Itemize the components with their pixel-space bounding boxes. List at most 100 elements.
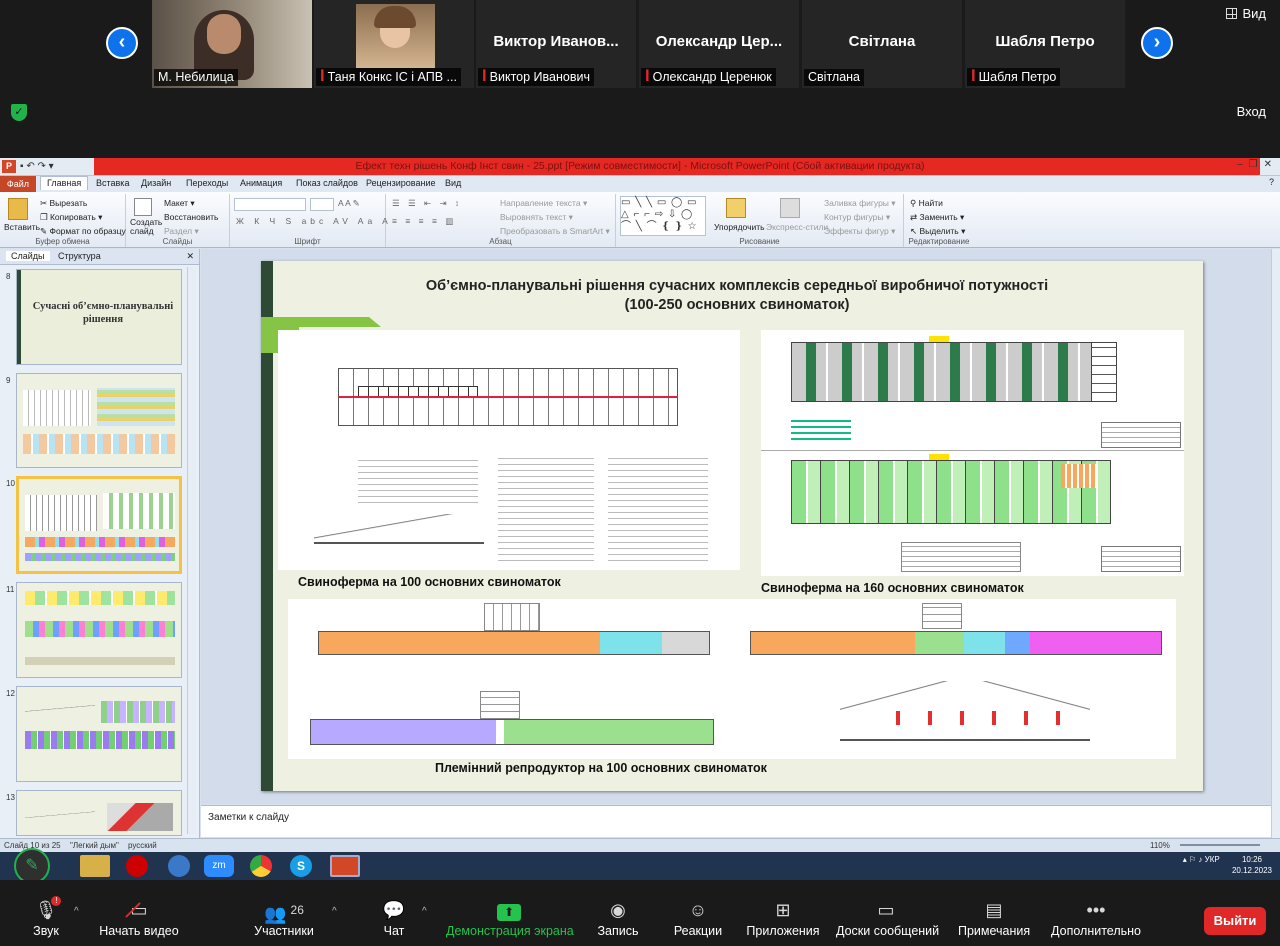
slides-pane-scrollbar[interactable]	[187, 267, 196, 834]
windows-taskbar: zm S ▴ ⚐ ♪ УКР 10:26 20.12.2023	[0, 852, 1280, 880]
audio-options-caret[interactable]: ^	[74, 906, 79, 917]
microphone-icon: 🎙!	[20, 896, 72, 920]
shape-effects-button[interactable]: Эффекты фигур ▾	[824, 226, 895, 237]
reactions-button[interactable]: ☺ Реакции	[672, 880, 724, 946]
start-video-button[interactable]: ▭ Начать видео	[96, 880, 182, 946]
participant-tile-3[interactable]: Виктор Иванов... ꟾ Виктор Иванович	[476, 0, 636, 88]
telegram-icon[interactable]	[168, 855, 190, 877]
slide-thumbnail-8[interactable]: Сучасні об’ємно-планувальні рішення	[16, 269, 182, 365]
slide-scrollbar[interactable]	[1271, 249, 1280, 838]
shape-fill-button[interactable]: Заливка фигуры ▾	[824, 198, 896, 209]
tab-slideshow[interactable]: Показ слайдов	[296, 178, 358, 188]
layout-button[interactable]: Макет ▾	[164, 198, 195, 209]
list-buttons[interactable]: ☰ ☰ ⇤ ⇥ ↕	[392, 198, 462, 209]
font-family-combo[interactable]	[234, 198, 306, 211]
slide-thumbnail-13[interactable]	[16, 790, 182, 836]
chat-button[interactable]: 💬 Чат	[374, 880, 414, 946]
skype-icon[interactable]: S	[290, 855, 312, 877]
copy-button[interactable]: ❐ Копировать ▾	[40, 212, 102, 223]
font-size-combo[interactable]	[310, 198, 334, 211]
participants-button[interactable]: 👥 26 Участники	[250, 880, 318, 946]
chat-options-caret[interactable]: ^	[422, 906, 427, 917]
tab-insert[interactable]: Вставка	[96, 178, 129, 188]
tab-slides[interactable]: Слайды	[6, 251, 50, 261]
smartart-button[interactable]: Преобразовать в SmartArt ▾	[500, 226, 610, 237]
tab-view[interactable]: Вид	[445, 178, 461, 188]
arrange-icon[interactable]	[726, 198, 746, 218]
record-button[interactable]: ◉ Запись	[594, 880, 642, 946]
encryption-shield-icon[interactable]: ✓	[11, 104, 27, 121]
participant-tile-1[interactable]: М. Небилица	[152, 0, 312, 88]
paste-icon[interactable]	[8, 198, 28, 220]
tab-home[interactable]: Главная	[40, 176, 89, 190]
clock: 10:26 20.12.2023	[1232, 854, 1272, 876]
close-pane-icon[interactable]: ✕	[186, 251, 194, 262]
tab-design[interactable]: Дизайн	[141, 178, 171, 188]
font-style-buttons[interactable]: Ж К Ч S abc AV Aa A	[236, 216, 392, 226]
format-painter-button[interactable]: ✎ Формат по образцу	[40, 226, 126, 237]
participant-tile-6[interactable]: Шабля Петро ꟾ Шабля Петро	[965, 0, 1125, 88]
clipboard-group: Вставить ✂ Вырезать ❐ Копировать ▾ ✎ Фор…	[0, 194, 126, 247]
zoom-level[interactable]: 110%	[1150, 841, 1170, 850]
participant-tile-5[interactable]: Світлана Світлана	[802, 0, 962, 88]
share-screen-button[interactable]: ⬆ Демонстрация экрана	[446, 880, 574, 946]
replace-button[interactable]: ⇄ Заменить ▾	[910, 212, 964, 223]
prev-page-arrow-icon[interactable]: ‹	[106, 27, 138, 59]
tab-review[interactable]: Рецензирование	[366, 178, 436, 188]
align-text-button[interactable]: Выровнять текст ▾	[500, 212, 573, 223]
more-button[interactable]: ••• Дополнительно	[1050, 880, 1142, 946]
find-button[interactable]: ⚲ Найти	[910, 198, 943, 209]
reset-button[interactable]: Восстановить	[164, 212, 218, 222]
participant-tile-2[interactable]: ꟾ Таня Конкс ІС і АПВ ...	[314, 0, 474, 88]
quick-styles-icon[interactable]	[780, 198, 800, 218]
tab-animation[interactable]: Анимация	[240, 178, 282, 188]
next-page-arrow-icon[interactable]: ›	[1141, 27, 1173, 59]
text-direction-button[interactable]: Направление текста ▾	[500, 198, 587, 209]
tab-transitions[interactable]: Переходы	[186, 178, 228, 188]
zoom-app-icon[interactable]: zm	[204, 855, 234, 877]
participant-tile-4[interactable]: Олександр Цер... ꟾ Олександр Церенюк	[639, 0, 799, 88]
system-tray[interactable]: ▴ ⚐ ♪ УКР 10:26 20.12.2023	[1183, 854, 1272, 876]
slide-notes[interactable]: Заметки к слайду	[201, 805, 1271, 837]
whiteboards-button[interactable]: ▭ Доски сообщений	[836, 880, 939, 946]
new-slide-button[interactable]: Создать слайд	[130, 218, 162, 236]
slide-thumbnail-10[interactable]	[16, 476, 182, 574]
select-button[interactable]: ↖ Выделить ▾	[910, 226, 965, 237]
apps-button[interactable]: ⊞ Приложения	[746, 880, 820, 946]
language-indicator[interactable]: русский	[128, 841, 157, 850]
powerpoint-taskbar-icon[interactable]	[330, 855, 360, 877]
slide-thumbnail-12[interactable]	[16, 686, 182, 782]
participant-display-name: Олександр Цер...	[655, 33, 783, 50]
new-slide-icon[interactable]	[134, 198, 152, 216]
window-controls[interactable]: –❐✕	[1237, 159, 1278, 170]
slide-thumbnail-9[interactable]	[16, 373, 182, 468]
view-button[interactable]: Вид	[1226, 6, 1266, 21]
signin-button[interactable]: Вход	[1237, 104, 1266, 119]
participant-name: Світлана	[804, 69, 864, 86]
arrange-button[interactable]: Упорядочить	[714, 222, 765, 232]
powerpoint-window: P ▪ ↶ ↷ ▾ Ефект техн рішень Конф Інст сви…	[0, 158, 1280, 852]
leave-meeting-button[interactable]: Выйти	[1204, 907, 1266, 935]
chrome-icon[interactable]	[250, 855, 272, 877]
annotate-pen-button[interactable]: ✎	[14, 848, 50, 884]
zoom-slider[interactable]	[1180, 844, 1260, 846]
file-explorer-icon[interactable]	[80, 855, 110, 877]
cut-button[interactable]: ✂ Вырезать	[40, 198, 87, 209]
shapes-gallery[interactable]: ▭ ╲ ╲ ▭ ◯ ▭ △ ⌐ ⌐ ⇨ ⇩ ◯ ⌒ ╲ ⌒ ❴ ❵ ☆	[620, 196, 706, 236]
align-buttons[interactable]: ≡ ≡ ≡ ≡ ▥	[392, 216, 456, 227]
section-button[interactable]: Раздел ▾	[164, 226, 199, 237]
slide-thumbnail-11[interactable]	[16, 582, 182, 678]
tab-file[interactable]: Файл	[0, 176, 36, 192]
caption-100-sows: Свиноферма на 100 основних свиноматок	[298, 575, 561, 589]
plan-stamp	[1101, 422, 1181, 448]
paste-button[interactable]: Вставить	[4, 222, 40, 232]
opera-icon[interactable]	[126, 855, 148, 877]
help-icon[interactable]: ?	[1269, 177, 1274, 187]
notes-button[interactable]: ▤ Примечания	[958, 880, 1030, 946]
audio-button[interactable]: 🎙! Звук	[20, 880, 72, 946]
tab-outline[interactable]: Структура	[58, 251, 101, 261]
shape-outline-button[interactable]: Контур фигуры ▾	[824, 212, 890, 223]
font-grow-shrink-buttons[interactable]: A A ✎	[338, 198, 360, 209]
quick-styles-button[interactable]: Экспресс-стили	[766, 222, 828, 232]
participants-options-caret[interactable]: ^	[332, 906, 337, 917]
